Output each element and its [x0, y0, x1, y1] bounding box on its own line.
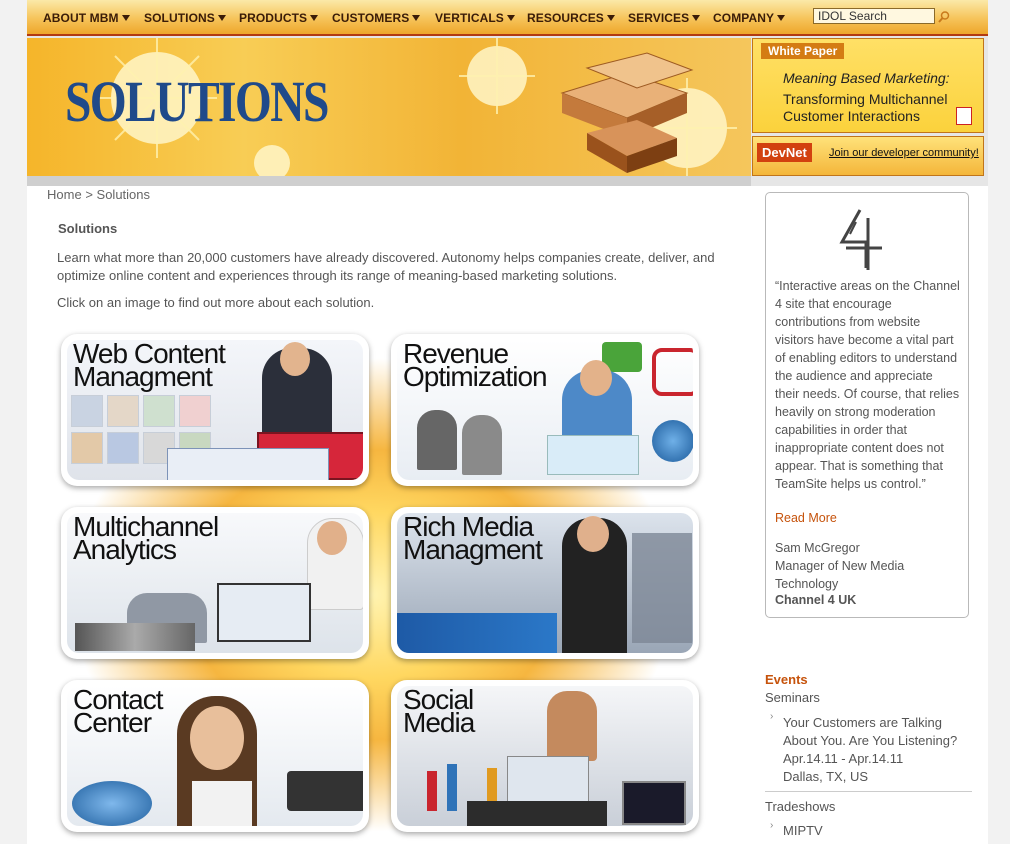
chevron-down-icon — [310, 15, 319, 21]
nav-products[interactable]: PRODUCTS — [239, 11, 319, 25]
chevron-down-icon — [606, 15, 615, 21]
nav-label: SOLUTIONS — [144, 11, 215, 25]
tile-web-content-management[interactable]: Web Content Managment — [61, 334, 369, 486]
whitepaper-title-line1: Meaning Based Marketing: — [783, 70, 950, 86]
events-heading: Events — [765, 672, 808, 687]
seminar-date: Apr.14.11 - Apr.14.11 — [783, 751, 904, 766]
nav-verticals[interactable]: VERTICALS — [435, 11, 515, 25]
top-nav: ABOUT MBM SOLUTIONS PRODUCTS CUSTOMERS V… — [27, 0, 988, 36]
tile-title: Social Media — [403, 684, 475, 738]
seminar-link[interactable]: Your Customers are Talking About You. Ar… — [783, 714, 973, 786]
seminar-title: Your Customers are Talking About You. Ar… — [783, 715, 958, 748]
tile-multichannel-analytics[interactable]: Multichannel Analytics — [61, 507, 369, 659]
nav-label: COMPANY — [713, 11, 775, 25]
whitepaper-title-line3: Customer Interactions — [783, 108, 920, 124]
page: ABOUT MBM SOLUTIONS PRODUCTS CUSTOMERS V… — [0, 0, 1010, 844]
tile-rich-media-management[interactable]: Rich Media Managment — [391, 507, 699, 659]
nav-label: PRODUCTS — [239, 11, 308, 25]
testimonial-quote: “Interactive areas on the Channel 4 site… — [775, 279, 960, 491]
hero-banner: SOLUTIONS — [27, 38, 751, 176]
events-seminars-label: Seminars — [765, 690, 820, 705]
nav-services[interactable]: SERVICES — [628, 11, 701, 25]
arrow-bullet-icon: › — [770, 820, 774, 831]
page-right-margin — [988, 0, 1010, 844]
whitepaper-tag: White Paper — [761, 43, 845, 59]
tile-title: Revenue Optimization — [403, 338, 548, 392]
tile-social-media[interactable]: Social Media — [391, 680, 699, 832]
nav-label: RESOURCES — [527, 11, 604, 25]
breadcrumb-current: Solutions — [96, 187, 151, 202]
nav-label: CUSTOMERS — [332, 11, 410, 25]
author-title: Manager of New Media Technology — [775, 559, 905, 591]
chevron-down-icon — [777, 15, 786, 21]
chevron-down-icon — [217, 15, 226, 21]
breadcrumb: Home > Solutions — [47, 186, 747, 204]
author-name: Sam McGregor — [775, 541, 860, 555]
tile-contact-center[interactable]: Contact Center — [61, 680, 369, 832]
pdf-icon — [956, 107, 972, 125]
nav-label: VERTICALS — [435, 11, 504, 25]
nav-about-mbm[interactable]: ABOUT MBM — [43, 11, 130, 25]
events-divider — [765, 791, 972, 792]
breadcrumb-separator: > — [85, 187, 93, 202]
devnet-banner[interactable]: DevNet Join our developer community! — [752, 136, 984, 176]
tile-title: Web Content Managment — [73, 338, 226, 392]
instruction-text: Click on an image to find out more about… — [57, 295, 375, 310]
tradeshow-link[interactable]: MIPTV — [783, 823, 823, 838]
nav-solutions[interactable]: SOLUTIONS — [144, 11, 226, 25]
page-left-margin — [0, 0, 27, 844]
whitepaper-banner[interactable]: White Paper Meaning Based Marketing: Tra… — [752, 38, 984, 133]
nav-resources[interactable]: RESOURCES — [527, 11, 615, 25]
nav-customers[interactable]: CUSTOMERS — [332, 11, 421, 25]
page-title: Solutions — [58, 221, 118, 236]
tile-title: Contact Center — [73, 684, 163, 738]
hero-title: SOLUTIONS — [65, 69, 329, 134]
nav-label: ABOUT MBM — [43, 11, 119, 25]
whitepaper-title-line2: Transforming Multichannel — [783, 91, 948, 107]
arrow-bullet-icon: › — [770, 711, 774, 722]
tile-title: Rich Media Managment — [403, 511, 543, 565]
intro-text: Learn what more than 20,000 customers ha… — [57, 250, 715, 283]
search-icon[interactable] — [937, 10, 951, 24]
search-input[interactable] — [813, 8, 935, 24]
read-more-link[interactable]: Read More — [775, 511, 837, 525]
tile-title: Multichannel Analytics — [73, 511, 219, 565]
devnet-logo: DevNet — [757, 143, 812, 162]
devnet-link[interactable]: Join our developer community! — [829, 147, 979, 159]
chevron-down-icon — [412, 15, 421, 21]
nav-label: SERVICES — [628, 11, 690, 25]
chevron-down-icon — [692, 15, 701, 21]
channel-4-logo — [839, 209, 882, 270]
tile-revenue-optimization[interactable]: Revenue Optimization — [391, 334, 699, 486]
author-organization: Channel 4 UK — [775, 593, 857, 607]
chevron-down-icon — [506, 15, 515, 21]
seminar-place: Dallas, TX, US — [783, 769, 869, 784]
events-tradeshows-label: Tradeshows — [765, 799, 836, 814]
chevron-down-icon — [121, 15, 130, 21]
hero-divider — [27, 176, 751, 186]
breadcrumb-home[interactable]: Home — [47, 187, 82, 202]
testimonial-author: Sam McGregor Manager of New Media Techno… — [775, 539, 955, 593]
nav-company[interactable]: COMPANY — [713, 11, 786, 25]
